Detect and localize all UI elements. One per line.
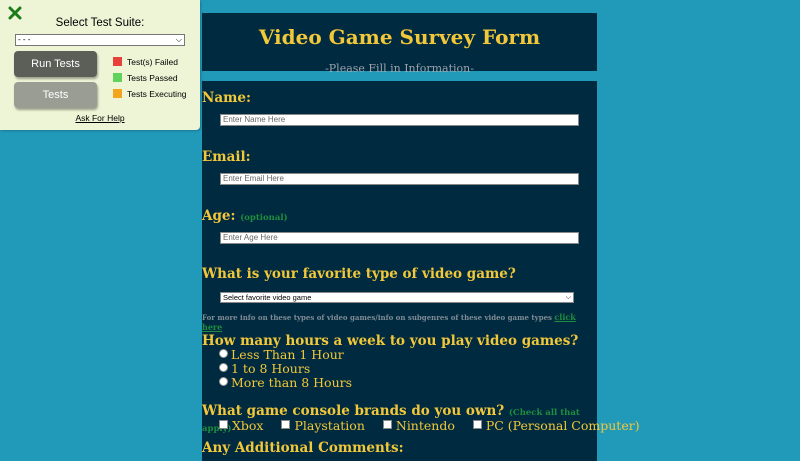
radio-button[interactable] [219,377,228,386]
game-type-select-value: Select favorite video game [223,293,312,302]
console-option-playstation[interactable]: Playstation [281,418,365,433]
chevron-down-icon: ⌵ [175,35,182,44]
ask-for-help-link[interactable]: Ask For Help [0,113,200,123]
legend-passed: Tests Passed [113,73,178,83]
passed-swatch-icon [113,73,122,82]
run-tests-button[interactable]: Run Tests [14,51,97,77]
name-input[interactable]: Enter Name Here [220,114,579,126]
test-suite-title: Select Test Suite: [55,17,145,29]
survey-form: Name: Enter Name Here Email: Enter Email… [202,81,640,461]
test-panel: Select Test Suite: - - - ⌵ Run Tests Tes… [0,0,200,130]
hours-option[interactable]: Less Than 1 Hour [219,347,344,362]
console-options: Xbox Playstation Nintendo PC (Personal C… [219,418,654,433]
page-subtitle: -Please Fill in Information- [325,62,474,75]
radio-button[interactable] [219,349,228,358]
console-option-pc[interactable]: PC (Personal Computer) [472,418,640,433]
test-suite-select[interactable]: - - - ⌵ [15,34,185,46]
test-suite-select-value: - - - [18,35,31,44]
chevron-down-icon: ⌵ [565,294,571,301]
hours-option[interactable]: 1 to 8 Hours [219,361,310,376]
checkbox[interactable] [382,420,392,429]
tests-button[interactable]: Tests [14,82,97,108]
console-option-xbox[interactable]: Xbox [219,418,263,433]
failed-swatch-icon [113,57,122,66]
age-optional-note: (optional) [240,213,288,223]
game-type-select[interactable]: Select favorite video game ⌵ [220,292,574,303]
survey-header: Video Game Survey Form -Please Fill in I… [202,13,597,75]
age-label: Age: (optional) [202,208,288,224]
age-input[interactable]: Enter Age Here [220,232,579,244]
checkbox[interactable] [219,420,228,429]
executing-swatch-icon [113,89,122,98]
game-type-info-note: For more info on these types of video ga… [202,312,576,332]
legend-executing: Tests Executing [113,89,187,99]
checkbox[interactable] [472,420,482,429]
name-label: Name: [202,90,251,106]
hours-option[interactable]: More than 8 Hours [219,375,352,390]
comments-label: Any Additional Comments: [202,440,404,456]
radio-button[interactable] [219,363,228,372]
email-label: Email: [202,149,251,165]
checkbox[interactable] [281,420,291,429]
console-option-nintendo[interactable]: Nintendo [382,418,455,433]
page-title: Video Game Survey Form [258,25,541,49]
email-input[interactable]: Enter Email Here [220,173,579,185]
legend-failed: Test(s) Failed [113,57,178,67]
game-type-label: What is your favorite type of video game… [202,266,516,282]
